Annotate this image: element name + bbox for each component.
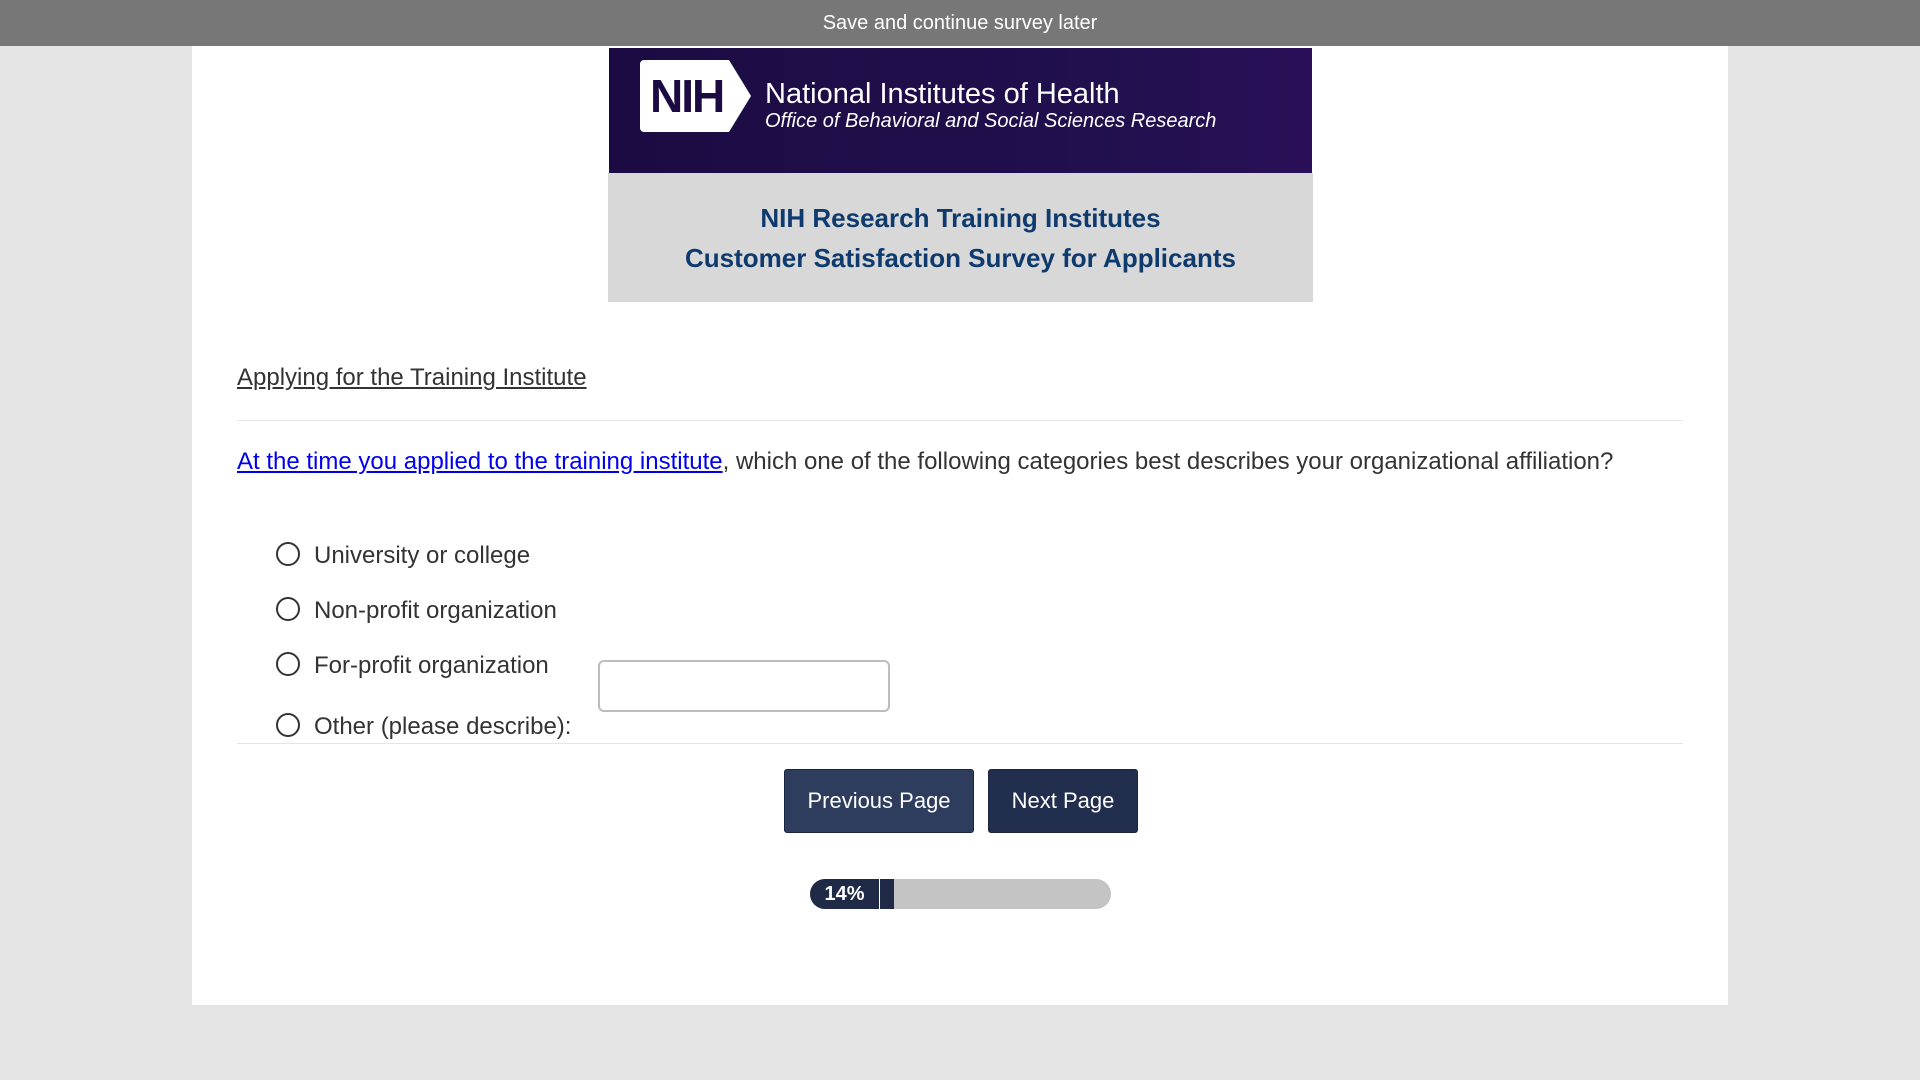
next-page-button[interactable]: Next Page bbox=[988, 769, 1138, 833]
progress-bar: 14% bbox=[810, 879, 1111, 909]
question-text: At the time you applied to the training … bbox=[237, 448, 1613, 476]
nih-header-banner: NIH National Institutes of Health Office… bbox=[609, 48, 1312, 173]
question-context-link[interactable]: At the time you applied to the training … bbox=[237, 448, 723, 475]
survey-card: NIH National Institutes of Health Office… bbox=[192, 46, 1728, 1005]
nih-chevron-icon bbox=[729, 60, 752, 132]
previous-page-button[interactable]: Previous Page bbox=[784, 769, 974, 833]
option-university[interactable]: University or college bbox=[276, 542, 530, 570]
option-label: For-profit organization bbox=[314, 652, 549, 679]
divider bbox=[237, 420, 1683, 421]
radio-university[interactable] bbox=[276, 542, 300, 566]
option-label: Other (please describe): bbox=[314, 713, 572, 740]
office-name: Office of Behavioral and Social Sciences… bbox=[765, 110, 1217, 132]
nih-logo-mark: NIH bbox=[640, 60, 730, 132]
option-label: Non-profit organization bbox=[314, 597, 557, 624]
other-describe-input[interactable] bbox=[598, 660, 890, 712]
radio-forprofit[interactable] bbox=[276, 652, 300, 676]
survey-title-line1: NIH Research Training Institutes bbox=[760, 202, 1161, 233]
radio-nonprofit[interactable] bbox=[276, 597, 300, 621]
divider bbox=[237, 743, 1683, 744]
survey-title-line2: Customer Satisfaction Survey for Applica… bbox=[685, 242, 1236, 273]
nih-logo: NIH bbox=[640, 60, 752, 132]
option-other[interactable]: Other (please describe): bbox=[276, 713, 571, 741]
option-forprofit[interactable]: For-profit organization bbox=[276, 652, 549, 680]
progress-label: 14% bbox=[810, 879, 880, 909]
survey-title-block: NIH Research Training Institutes Custome… bbox=[608, 173, 1313, 302]
radio-other[interactable] bbox=[276, 713, 300, 737]
org-name: National Institutes of Health bbox=[765, 78, 1120, 110]
save-continue-later-label: Save and continue survey later bbox=[822, 11, 1098, 34]
save-continue-later-bar[interactable]: Save and continue survey later bbox=[0, 0, 1920, 46]
option-nonprofit[interactable]: Non-profit organization bbox=[276, 597, 557, 625]
section-title: Applying for the Training Institute bbox=[237, 364, 587, 391]
nih-org-text: National Institutes of Health Office of … bbox=[765, 78, 1216, 132]
option-label: University or college bbox=[314, 542, 531, 569]
question-body: , which one of the following categories … bbox=[722, 448, 1614, 475]
